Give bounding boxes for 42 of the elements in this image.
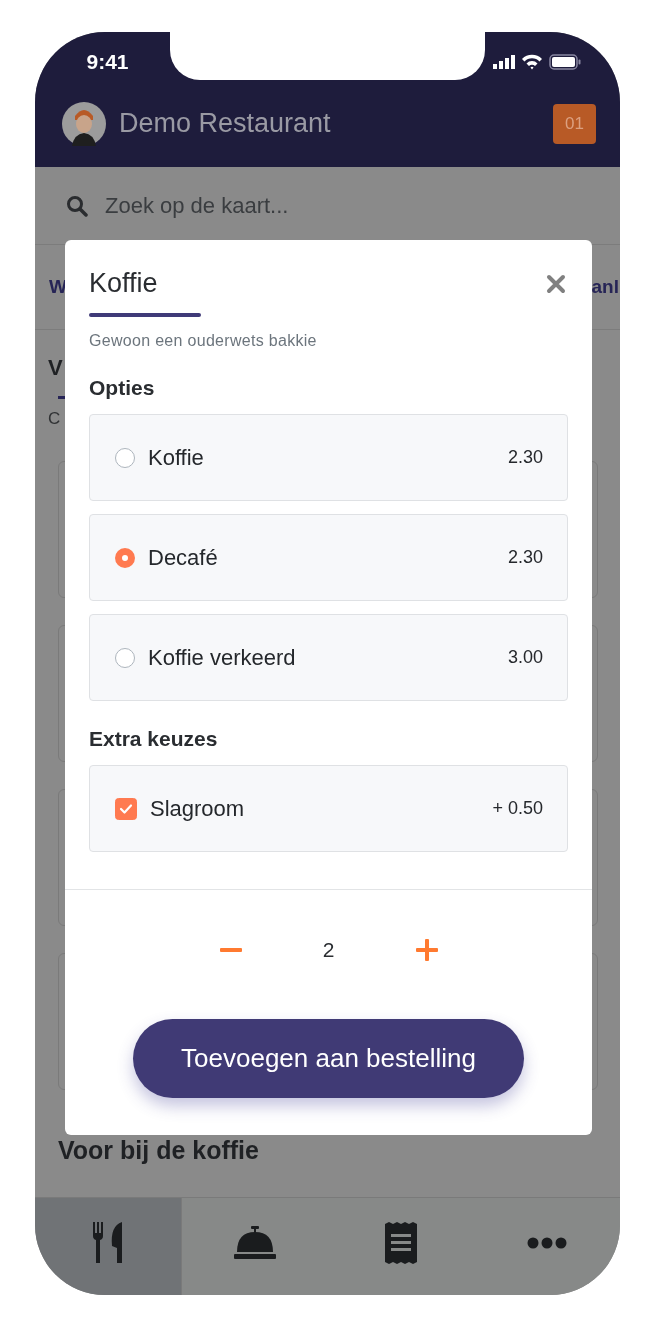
plus-icon[interactable] bbox=[415, 939, 438, 961]
option-label: Koffie bbox=[148, 444, 205, 471]
checkbox[interactable] bbox=[115, 797, 137, 820]
option-row[interactable]: Decafé 2.30 bbox=[89, 514, 568, 601]
restaurant-name: Demo Restaurant bbox=[119, 108, 332, 139]
receipt-icon bbox=[385, 1221, 417, 1264]
option-price: + 0.50 bbox=[492, 798, 543, 819]
nav-tab[interactable] bbox=[35, 1198, 182, 1295]
section-subtitle: C bbox=[48, 408, 62, 430]
search-field[interactable]: Zoek op de kaart... bbox=[105, 192, 505, 219]
more-icon bbox=[527, 1236, 567, 1249]
option-price: 2.30 bbox=[507, 447, 543, 468]
extra-row[interactable]: Slagroom + 0.50 bbox=[89, 765, 568, 852]
status-time: 9:41 bbox=[85, 50, 129, 74]
quantity-value: 2 bbox=[322, 938, 335, 962]
battery-icon bbox=[549, 54, 581, 70]
avatar-icon bbox=[62, 101, 106, 146]
radio-button[interactable] bbox=[115, 647, 135, 668]
option-label: Slagroom bbox=[150, 795, 246, 822]
option-label: Decafé bbox=[148, 544, 219, 571]
dialog-title: Koffie bbox=[89, 268, 158, 299]
section-heading: Voor bij de koffie bbox=[58, 1136, 260, 1165]
add-to-order-button[interactable]: Toevoegen aan bestelling bbox=[133, 1019, 524, 1098]
option-row[interactable]: Koffie verkeerd 3.00 bbox=[89, 614, 568, 701]
option-row[interactable]: Koffie 2.30 bbox=[89, 414, 568, 501]
dialog-description: Gewoon een ouderwets bakkie bbox=[89, 332, 318, 350]
option-label: Koffie verkeerd bbox=[148, 644, 297, 671]
option-price: 2.30 bbox=[507, 547, 543, 568]
option-price: 3.00 bbox=[507, 647, 543, 668]
minus-icon[interactable] bbox=[219, 948, 242, 952]
search-icon bbox=[66, 194, 88, 217]
category-tab[interactable]: anl bbox=[591, 276, 619, 298]
section-heading: V bbox=[48, 354, 64, 382]
group-heading: Opties bbox=[89, 376, 156, 400]
cutlery-icon bbox=[91, 1221, 125, 1264]
radio-button[interactable] bbox=[115, 547, 135, 568]
signal-icon bbox=[493, 55, 515, 69]
radio-button[interactable] bbox=[115, 447, 135, 468]
wifi-icon bbox=[521, 54, 543, 70]
service-bell-icon bbox=[234, 1225, 276, 1260]
group-heading: Extra keuzes bbox=[89, 727, 219, 751]
close-icon[interactable] bbox=[546, 273, 566, 294]
